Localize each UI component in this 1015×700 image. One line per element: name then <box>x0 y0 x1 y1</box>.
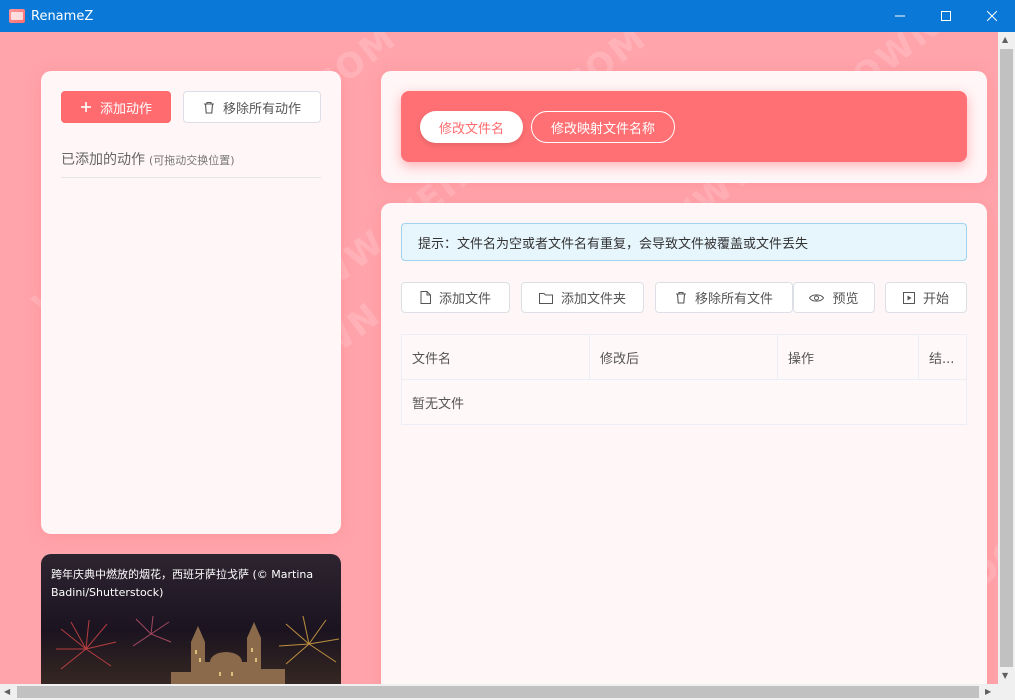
remove-all-files-button[interactable]: 移除所有文件 <box>655 282 793 313</box>
tab-bar: 修改文件名 修改映射文件名称 <box>401 91 967 162</box>
preview-button[interactable]: 预览 <box>793 282 875 313</box>
column-header-filename[interactable]: 文件名 <box>402 335 590 380</box>
minimize-button[interactable] <box>877 0 923 32</box>
add-file-button[interactable]: 添加文件 <box>401 282 510 313</box>
wallpaper-caption: 跨年庆典中燃放的烟花，西班牙萨拉戈萨 (© Martina Badini/Shu… <box>51 568 314 599</box>
files-table: 文件名 修改后 操作 结... 暂无文件 <box>401 334 967 425</box>
column-header-result[interactable]: 结... <box>919 335 966 380</box>
remove-all-files-label: 移除所有文件 <box>694 292 773 307</box>
vertical-scroll-thumb[interactable] <box>1000 49 1013 667</box>
vertical-scrollbar[interactable]: ▲ ▼ <box>998 32 1015 684</box>
plus-icon <box>80 102 91 112</box>
file-icon <box>420 291 431 304</box>
empty-table-message: 暂无文件 <box>412 396 465 412</box>
scroll-left-arrow-icon[interactable]: ◀ <box>4 688 10 696</box>
table-header: 文件名 修改后 操作 结... <box>402 335 966 380</box>
column-header-modified[interactable]: 修改后 <box>590 335 778 380</box>
title-bar: RenameZ <box>0 0 1015 32</box>
remove-all-actions-button[interactable]: 移除所有动作 <box>183 91 321 123</box>
added-actions-heading: 已添加的动作 (可拖动交换位置) <box>61 149 235 169</box>
horizontal-scrollbar[interactable]: ◀ ▶ <box>0 684 998 700</box>
divider <box>61 177 321 178</box>
horizontal-scroll-thumb[interactable] <box>17 686 979 698</box>
minimize-icon <box>895 15 905 17</box>
scroll-down-arrow-icon[interactable]: ▼ <box>1002 672 1008 680</box>
scroll-up-arrow-icon[interactable]: ▲ <box>1002 36 1008 44</box>
add-file-label: 添加文件 <box>438 292 491 307</box>
added-actions-title: 已添加的动作 <box>61 152 145 168</box>
app-icon <box>9 9 25 23</box>
add-folder-button[interactable]: 添加文件夹 <box>521 282 644 313</box>
close-icon <box>987 11 997 21</box>
folder-icon <box>538 292 553 304</box>
app-content: WWW.WEIDOWN.COM WWW.WEIDOWN.COM WWW.WEID… <box>0 32 998 684</box>
column-header-actions[interactable]: 操作 <box>778 335 919 380</box>
maximize-button[interactable] <box>923 0 969 32</box>
trash-icon <box>675 291 686 304</box>
scroll-right-arrow-icon[interactable]: ▶ <box>985 688 991 696</box>
start-button[interactable]: 开始 <box>885 282 967 313</box>
added-actions-hint: (可拖动交换位置) <box>149 154 235 167</box>
mode-panel: 修改文件名 修改映射文件名称 <box>381 71 987 183</box>
eye-icon <box>809 293 825 302</box>
window-title: RenameZ <box>31 8 94 24</box>
tip-alert: 提示：文件名为空或者文件名有重复，会导致文件被覆盖或文件丢失 <box>401 223 967 261</box>
remove-all-actions-label: 移除所有动作 <box>222 101 301 117</box>
start-label: 开始 <box>922 292 949 307</box>
scrollbar-corner <box>998 684 1015 700</box>
tab-rename-mapped-files[interactable]: 修改映射文件名称 <box>531 111 675 143</box>
play-icon <box>902 291 915 304</box>
preview-label: 预览 <box>832 292 859 307</box>
actions-panel: 添加动作 移除所有动作 已添加的动作 (可拖动交换位置) <box>41 71 341 534</box>
add-action-label: 添加动作 <box>99 101 152 117</box>
close-button[interactable] <box>969 0 1015 32</box>
files-panel: 提示：文件名为空或者文件名有重复，会导致文件被覆盖或文件丢失 添加文件 添加文件… <box>381 203 987 684</box>
maximize-icon <box>941 11 951 21</box>
add-action-button[interactable]: 添加动作 <box>61 91 171 123</box>
trash-icon <box>203 101 214 114</box>
tab-rename-files[interactable]: 修改文件名 <box>420 111 523 143</box>
wallpaper-card: 跨年庆典中燃放的烟花，西班牙萨拉戈萨 (© Martina Badini/Shu… <box>41 554 341 684</box>
add-folder-label: 添加文件夹 <box>560 292 626 307</box>
